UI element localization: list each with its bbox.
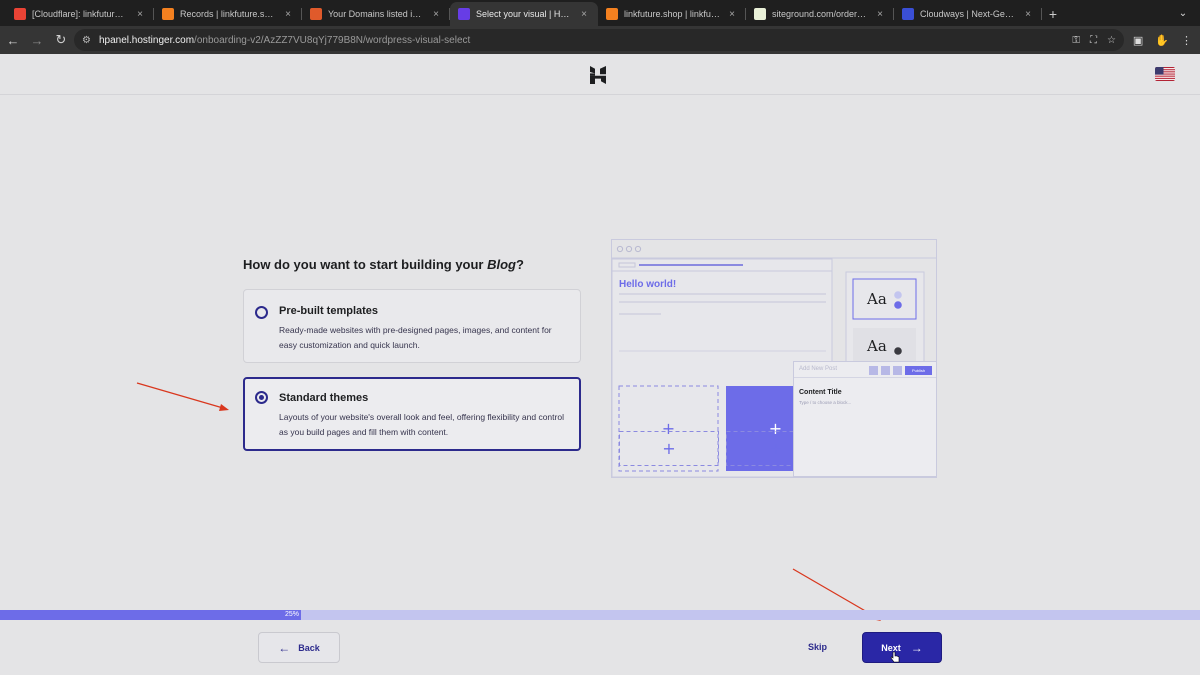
option-title: Standard themes (279, 392, 369, 404)
next-button[interactable]: Next → (862, 632, 942, 663)
new-tab-button[interactable]: + (1042, 2, 1064, 26)
close-tab-icon[interactable]: × (578, 9, 590, 20)
browser-tab[interactable]: Select your visual | Hostinger × (450, 2, 598, 26)
tab-separator (1041, 8, 1042, 20)
option-prebuilt-templates[interactable]: Pre-built templates Ready-made websites … (243, 289, 581, 363)
close-tab-icon[interactable]: × (726, 9, 738, 20)
browser-tab[interactable]: [Cloudflare]: linkfuture.shop i × (6, 2, 154, 26)
url-host: hpanel.hostinger.com (98, 34, 195, 46)
forward-nav-icon[interactable]: → (26, 29, 48, 51)
browser-tab-title: Records | linkfuture.shop | M (180, 9, 276, 19)
side-panel-icon[interactable]: ▣ (1133, 34, 1143, 47)
hostinger-logo-icon (590, 66, 606, 84)
cloudflare-icon (162, 8, 174, 20)
radio-standard-themes[interactable] (255, 391, 268, 404)
browser-tab-title: Cloudways | Next-Gen Cloud (920, 9, 1016, 19)
address-bar[interactable]: ⚙ hpanel.hostinger.com/onboarding-v2/AzZ… (74, 29, 1124, 51)
back-label: Back (298, 642, 320, 653)
hostinger-icon (458, 8, 470, 20)
editor-toolbar-box (893, 366, 902, 375)
password-key-icon[interactable]: ⚿ (1072, 35, 1080, 46)
editor-card: Add New Post Publish Content Title Type … (793, 361, 937, 477)
page-question: How do you want to start building your B… (243, 257, 524, 272)
back-nav-icon[interactable]: ← (2, 29, 24, 51)
close-tab-icon[interactable]: × (134, 9, 146, 20)
option-description: Layouts of your website's overall look a… (279, 412, 564, 437)
close-tab-icon[interactable]: × (430, 9, 442, 20)
browser-tab-title: siteground.com/order-verific (772, 9, 868, 19)
gmail-icon (14, 8, 26, 20)
site-info-icon[interactable]: ⚙ (82, 35, 91, 46)
browser-tab[interactable]: siteground.com/order-verific × (746, 2, 894, 26)
bookmark-star-icon[interactable]: ☆ (1107, 35, 1116, 46)
font-sample-1: Aa (867, 290, 887, 308)
question-suffix: ? (516, 257, 524, 272)
editor-content-hint: Type / to choose a block... (799, 400, 852, 405)
cloudflare-icon (606, 8, 618, 20)
translate-icon[interactable]: ⛶ (1090, 35, 1097, 46)
svg-text:+: + (662, 439, 675, 458)
close-tab-icon[interactable]: × (282, 9, 294, 20)
siteground-icon (754, 8, 766, 20)
progress-bar: 25% (0, 610, 1200, 620)
browser-toolbar: ← → ↻ ⚙ hpanel.hostinger.com/onboarding-… (0, 26, 1200, 54)
radio-prebuilt-templates[interactable] (255, 306, 268, 319)
browser-tab[interactable]: Your Domains listed in one pl × (302, 2, 450, 26)
cloudways-icon (902, 8, 914, 20)
back-button[interactable]: ← Back (258, 632, 340, 663)
close-tab-icon[interactable]: × (1022, 9, 1034, 20)
browser-tab-strip: [Cloudflare]: linkfuture.shop i×Records … (0, 0, 1200, 26)
progress-fill (0, 610, 300, 620)
editor-toolbar-box (881, 366, 890, 375)
arrow-left-icon: ← (278, 640, 291, 655)
question-emphasis: Blog (487, 257, 516, 272)
close-tab-icon[interactable]: × (874, 9, 886, 20)
progress-label: 25% (283, 610, 302, 620)
browser-tab-title: linkfuture.shop | linkfuture.sh (624, 9, 720, 19)
page-header (0, 54, 1200, 95)
skip-button[interactable]: Skip (808, 642, 827, 652)
onboarding-page: How do you want to start building your B… (0, 54, 1200, 675)
reload-icon[interactable]: ↻ (50, 29, 72, 51)
question-text: How do you want to start building your (243, 257, 488, 272)
font-sample-2: Aa (867, 337, 887, 355)
browser-tab-title: [Cloudflare]: linkfuture.shop i (32, 9, 128, 19)
browser-tab-title: Select your visual | Hostinger (476, 9, 572, 19)
extension-icon[interactable]: ✋ (1155, 34, 1169, 47)
svg-text:+: + (769, 439, 782, 458)
url-path: /onboarding-v2/AzZZ7VU8qYj779B8N/wordpre… (194, 34, 471, 46)
option-standard-themes[interactable]: Standard themes Layouts of your website'… (243, 377, 581, 451)
hand-cursor-icon (890, 651, 900, 663)
browser-tab-title: Your Domains listed in one pl (328, 9, 424, 19)
browser-tab[interactable]: Cloudways | Next-Gen Cloud × (894, 2, 1042, 26)
domain-icon (310, 8, 322, 20)
option-description: Ready-made websites with pre-designed pa… (279, 325, 552, 350)
browser-menu-icon[interactable]: ⋮ (1181, 34, 1192, 47)
editor-add-new-post: Add New Post (799, 366, 838, 372)
editor-publish-button: Publish (905, 366, 932, 375)
arrow-right-icon: → (910, 640, 923, 655)
option-title: Pre-built templates (279, 305, 379, 317)
browser-tab[interactable]: linkfuture.shop | linkfuture.sh × (598, 2, 746, 26)
browser-tab[interactable]: Records | linkfuture.shop | M × (154, 2, 302, 26)
tab-search-icon[interactable]: ⌄ (1174, 4, 1192, 22)
us-flag-icon[interactable] (1155, 67, 1175, 81)
editor-content-title: Content Title (799, 389, 842, 396)
hello-world-heading: Hello world! (619, 279, 677, 290)
editor-toolbar-box (869, 366, 878, 375)
annotation-arrow-left (136, 382, 229, 411)
